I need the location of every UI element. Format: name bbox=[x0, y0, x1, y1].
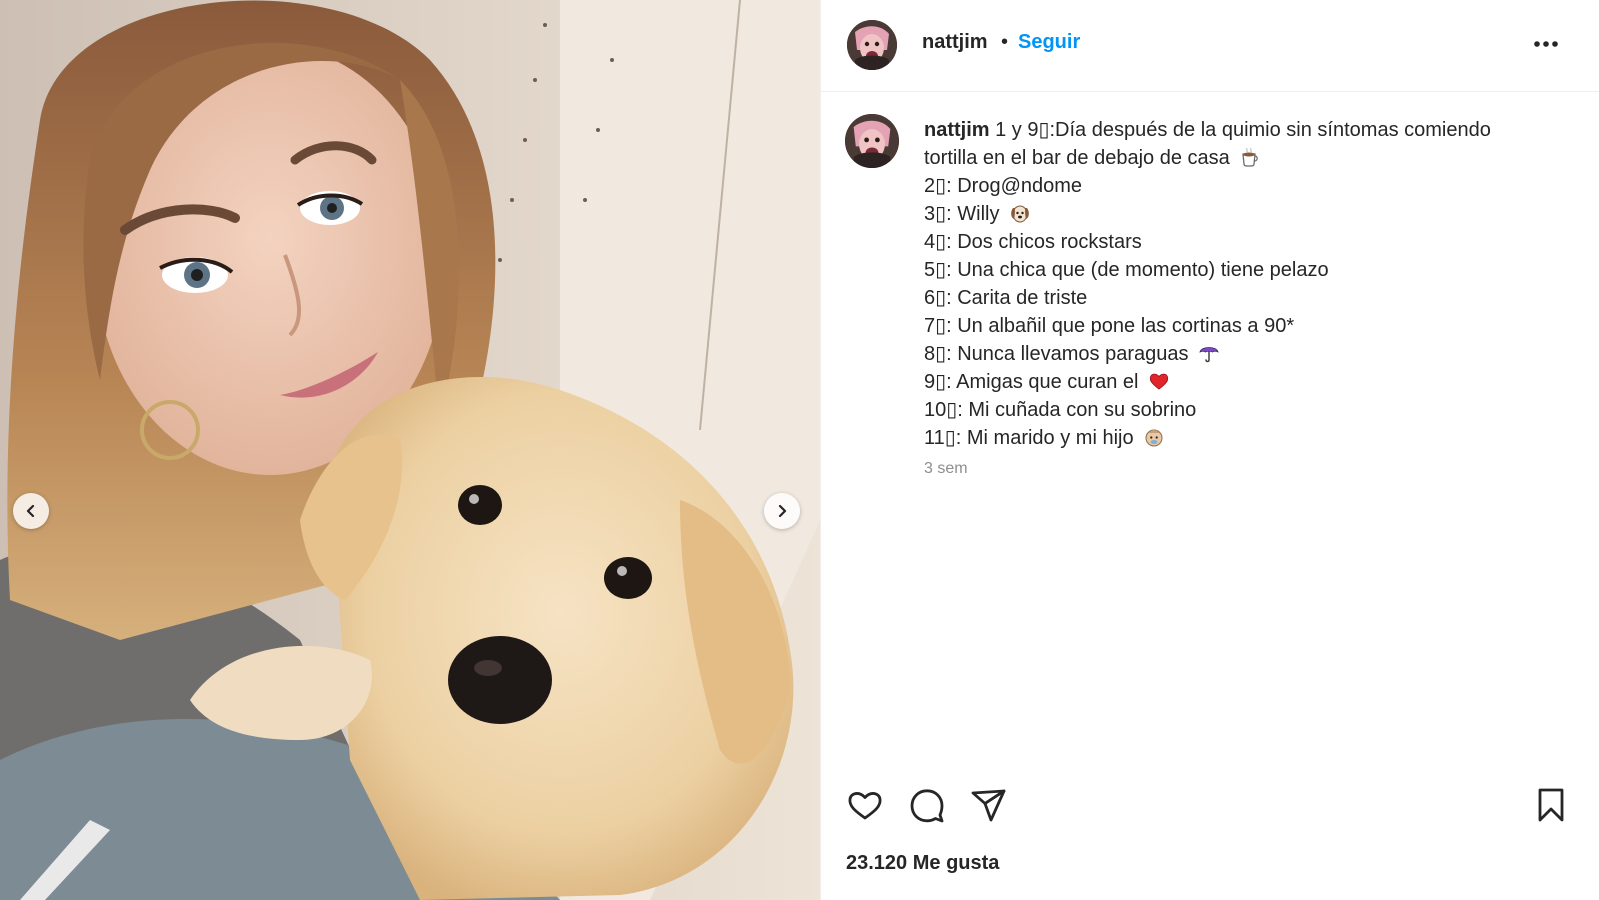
follow-button[interactable]: Seguir bbox=[1018, 31, 1080, 54]
share-button[interactable] bbox=[969, 785, 1009, 825]
instagram-post: nattjim • Seguir nattjim 1 y 9▯:Día desp… bbox=[0, 0, 1599, 900]
carousel-next-button[interactable] bbox=[764, 493, 800, 529]
caption-line-text: 1 y 9▯:Día después de la quimio sin sínt… bbox=[995, 119, 1491, 141]
avatar-image bbox=[845, 114, 899, 168]
caption-line: nattjim 1 y 9▯:Día después de la quimio … bbox=[924, 116, 1564, 144]
caption-line: 4▯: Dos chicos rockstars bbox=[924, 228, 1564, 256]
umbrella-emoji-icon bbox=[1199, 347, 1219, 363]
caption-line: 6▯: Carita de triste bbox=[924, 284, 1564, 312]
caption-line: 9▯: Amigas que curan el bbox=[924, 368, 1564, 396]
save-button[interactable] bbox=[1531, 785, 1571, 825]
caption-line: 7▯: Un albañil que pone las cortinas a 9… bbox=[924, 312, 1564, 340]
post-media[interactable] bbox=[0, 0, 820, 900]
caption-line-text: 3▯: Willy bbox=[924, 203, 1000, 225]
likes-count[interactable]: 23.120 Me gusta bbox=[846, 852, 999, 875]
post-actions bbox=[821, 785, 1599, 831]
coffee-emoji-icon bbox=[1242, 147, 1259, 167]
caption-line: 3▯: Willy bbox=[924, 200, 1564, 228]
avatar-image bbox=[847, 20, 897, 70]
more-options-icon[interactable] bbox=[1533, 40, 1559, 48]
post-side-panel: nattjim • Seguir nattjim 1 y 9▯:Día desp… bbox=[820, 0, 1599, 900]
avatar[interactable] bbox=[847, 20, 897, 70]
caption-line: 2▯: Drog@ndome bbox=[924, 172, 1564, 200]
caption-text: nattjim 1 y 9▯:Día después de la quimio … bbox=[924, 116, 1564, 452]
red-heart-emoji-icon bbox=[1149, 373, 1169, 390]
like-button[interactable] bbox=[845, 785, 885, 825]
caption-line-text: 5▯: Una chica que (de momento) tiene pel… bbox=[924, 259, 1329, 281]
post-timestamp[interactable]: 3 sem bbox=[924, 460, 968, 478]
caption-line: 11▯: Mi marido y mi hijo bbox=[924, 424, 1564, 452]
caption-line-text: 7▯: Un albañil que pone las cortinas a 9… bbox=[924, 315, 1295, 337]
avatar[interactable] bbox=[845, 114, 899, 168]
separator-dot: • bbox=[1001, 31, 1009, 53]
post-author-username[interactable]: nattjim bbox=[922, 31, 988, 54]
caption-username[interactable]: nattjim bbox=[924, 119, 990, 141]
caption-line-text: 8▯: Nunca llevamos paraguas bbox=[924, 343, 1189, 365]
caption-line-text: 6▯: Carita de triste bbox=[924, 287, 1088, 309]
caption-line: 10▯: Mi cuñada con su sobrino bbox=[924, 396, 1564, 424]
caption-line-text: 10▯: Mi cuñada con su sobrino bbox=[924, 399, 1197, 421]
chevron-left-icon bbox=[26, 504, 35, 518]
caption-line-text: tortilla en el bar de debajo de casa bbox=[924, 147, 1230, 169]
caption-line-text: 9▯: Amigas que curan el bbox=[924, 371, 1139, 393]
send-icon bbox=[971, 789, 1006, 822]
post-header: nattjim • Seguir bbox=[821, 0, 1599, 92]
bookmark-icon bbox=[1538, 788, 1564, 822]
caption-line: tortilla en el bar de debajo de casa bbox=[924, 144, 1564, 172]
post-photo bbox=[0, 0, 820, 900]
caption-line-text: 4▯: Dos chicos rockstars bbox=[924, 231, 1142, 253]
comment-icon bbox=[910, 789, 944, 823]
heart-icon bbox=[848, 792, 882, 820]
comment-button[interactable] bbox=[907, 785, 947, 825]
chevron-right-icon bbox=[778, 504, 787, 518]
caption-line: 5▯: Una chica que (de momento) tiene pel… bbox=[924, 256, 1564, 284]
dog-emoji-icon bbox=[1011, 205, 1029, 223]
caption-line: 8▯: Nunca llevamos paraguas bbox=[924, 340, 1564, 368]
caption-line-text: 2▯: Drog@ndome bbox=[924, 175, 1083, 197]
baby-emoji-icon bbox=[1145, 429, 1163, 447]
caption-line-text: 11▯: Mi marido y mi hijo bbox=[924, 427, 1134, 449]
carousel-prev-button[interactable] bbox=[13, 493, 49, 529]
